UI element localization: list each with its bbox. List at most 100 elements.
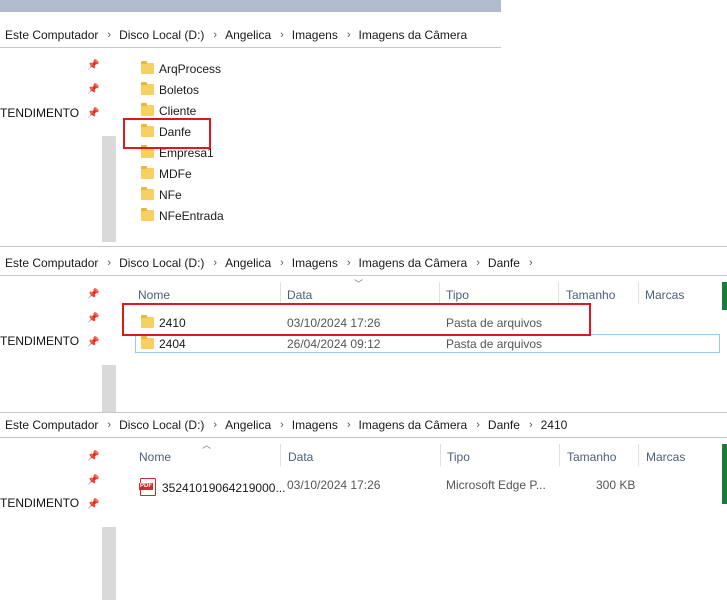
divider xyxy=(0,412,727,413)
window-edge xyxy=(722,444,727,504)
breadcrumb-item[interactable]: Danfe xyxy=(483,256,526,270)
column-divider[interactable] xyxy=(638,444,639,466)
breadcrumb-item[interactable]: Imagens da Câmera xyxy=(354,28,474,42)
folder-item[interactable]: NFe xyxy=(141,187,182,202)
breadcrumb-item[interactable]: Imagens xyxy=(287,28,344,42)
breadcrumb-item[interactable]: Imagens da Câmera xyxy=(354,418,474,432)
window-title-bar xyxy=(0,0,501,12)
chevron-right-icon[interactable]: › xyxy=(104,29,114,41)
breadcrumb-item[interactable]: Este Computador xyxy=(0,418,104,432)
pdf-icon: PDF xyxy=(139,478,156,496)
breadcrumb[interactable]: Este Computador › Disco Local (D:) › Angel… xyxy=(0,414,573,436)
breadcrumb[interactable]: Este Computador › Disco Local (D:) › Angel… xyxy=(0,252,536,274)
chevron-right-icon[interactable]: › xyxy=(210,29,220,41)
breadcrumb-item[interactable]: 2410 xyxy=(536,418,574,432)
breadcrumb-item[interactable]: Este Computador xyxy=(0,28,104,42)
breadcrumb-item[interactable]: Disco Local (D:) xyxy=(114,28,210,42)
column-divider[interactable] xyxy=(439,282,440,304)
breadcrumb-item[interactable]: Angelica xyxy=(220,28,277,42)
chevron-right-icon[interactable]: › xyxy=(104,257,114,269)
folder-icon xyxy=(141,166,154,179)
folder-icon xyxy=(141,208,154,221)
file-date: 26/04/2024 09:12 xyxy=(287,337,381,351)
chevron-right-icon[interactable]: › xyxy=(210,419,220,431)
folder-item[interactable]: MDFe xyxy=(141,166,192,181)
breadcrumb-item[interactable]: Imagens da Câmera xyxy=(354,256,474,270)
pin-icon[interactable]: 📌 xyxy=(87,60,99,71)
chevron-right-icon[interactable]: › xyxy=(344,419,354,431)
column-divider[interactable] xyxy=(638,282,639,304)
breadcrumb-item[interactable]: Angelica xyxy=(220,256,277,270)
folder-icon xyxy=(141,82,154,95)
chevron-right-icon[interactable]: › xyxy=(526,257,536,269)
sort-arrow-icon[interactable]: ﹀ xyxy=(354,277,363,290)
pin-icon[interactable]: 📌 xyxy=(87,475,99,486)
column-divider[interactable] xyxy=(558,282,559,304)
pin-icon[interactable]: 📌 xyxy=(87,499,99,510)
table-row[interactable]: 2404 26/04/2024 09:12 Pasta de arquivos xyxy=(135,334,720,353)
column-header-size[interactable]: Tamanho xyxy=(567,450,616,464)
column-header-size[interactable]: Tamanho xyxy=(566,288,615,302)
column-header-name[interactable]: Nome xyxy=(139,450,171,464)
chevron-right-icon[interactable]: › xyxy=(344,29,354,41)
breadcrumb[interactable]: Este Computador › Disco Local (D:) › Angel… xyxy=(0,24,473,46)
divider xyxy=(0,275,727,276)
column-header-tags[interactable]: Marcas xyxy=(646,450,685,464)
column-divider[interactable] xyxy=(280,282,281,304)
chevron-right-icon[interactable]: › xyxy=(473,419,483,431)
pin-icon[interactable]: 📌 xyxy=(87,108,99,119)
chevron-right-icon[interactable]: › xyxy=(277,257,287,269)
folder-icon xyxy=(141,187,154,200)
file-size: 300 KB xyxy=(596,478,636,492)
chevron-right-icon[interactable]: › xyxy=(277,29,287,41)
column-header-type[interactable]: Tipo xyxy=(446,288,469,302)
sort-arrow-icon[interactable]: ︿ xyxy=(202,438,211,451)
folder-item[interactable]: NFeEntrada xyxy=(141,208,224,223)
column-header-tags[interactable]: Marcas xyxy=(645,288,684,302)
scrollbar[interactable] xyxy=(102,365,116,412)
window-edge xyxy=(722,282,727,310)
quick-access-item[interactable]: TENDIMENTO xyxy=(0,496,79,510)
pin-icon[interactable]: 📌 xyxy=(87,313,99,324)
scrollbar[interactable] xyxy=(102,136,116,242)
folder-item[interactable]: Cliente xyxy=(141,103,196,118)
chevron-right-icon[interactable]: › xyxy=(526,419,536,431)
breadcrumb-item[interactable]: Angelica xyxy=(220,418,277,432)
quick-access-item[interactable]: TENDIMENTO xyxy=(0,106,79,120)
column-header-name[interactable]: Nome xyxy=(138,288,170,302)
folder-item[interactable]: Boletos xyxy=(141,82,199,97)
highlight-box xyxy=(123,118,211,149)
folder-icon xyxy=(141,336,154,349)
column-divider[interactable] xyxy=(559,444,560,466)
divider xyxy=(0,437,727,438)
highlight-box xyxy=(122,303,591,336)
breadcrumb-item[interactable]: Disco Local (D:) xyxy=(114,418,210,432)
column-header-type[interactable]: Tipo xyxy=(447,450,470,464)
breadcrumb-item[interactable]: Danfe xyxy=(483,418,526,432)
quick-access-item[interactable]: TENDIMENTO xyxy=(0,334,79,348)
chevron-right-icon[interactable]: › xyxy=(104,419,114,431)
breadcrumb-item[interactable]: Disco Local (D:) xyxy=(114,256,210,270)
file-type: Microsoft Edge P... xyxy=(446,478,546,492)
chevron-right-icon[interactable]: › xyxy=(277,419,287,431)
pin-icon[interactable]: 📌 xyxy=(87,337,99,348)
column-header-date[interactable]: Data xyxy=(288,450,313,464)
chevron-right-icon[interactable]: › xyxy=(210,257,220,269)
pin-icon[interactable]: 📌 xyxy=(87,451,99,462)
folder-icon xyxy=(141,103,154,116)
folder-item[interactable]: ArqProcess xyxy=(141,61,221,76)
folder-icon xyxy=(141,61,154,74)
table-row[interactable]: PDF 35241019064219000... 03/10/2024 17:26… xyxy=(135,476,720,496)
column-divider[interactable] xyxy=(280,444,281,466)
column-divider[interactable] xyxy=(440,444,441,466)
breadcrumb-item[interactable]: Imagens xyxy=(287,256,344,270)
file-type: Pasta de arquivos xyxy=(446,337,543,351)
chevron-right-icon[interactable]: › xyxy=(344,257,354,269)
pin-icon[interactable]: 📌 xyxy=(87,84,99,95)
column-header-date[interactable]: Data xyxy=(287,288,312,302)
scrollbar[interactable] xyxy=(102,527,116,600)
pin-icon[interactable]: 📌 xyxy=(87,289,99,300)
breadcrumb-item[interactable]: Este Computador xyxy=(0,256,104,270)
breadcrumb-item[interactable]: Imagens xyxy=(287,418,344,432)
chevron-right-icon[interactable]: › xyxy=(473,257,483,269)
